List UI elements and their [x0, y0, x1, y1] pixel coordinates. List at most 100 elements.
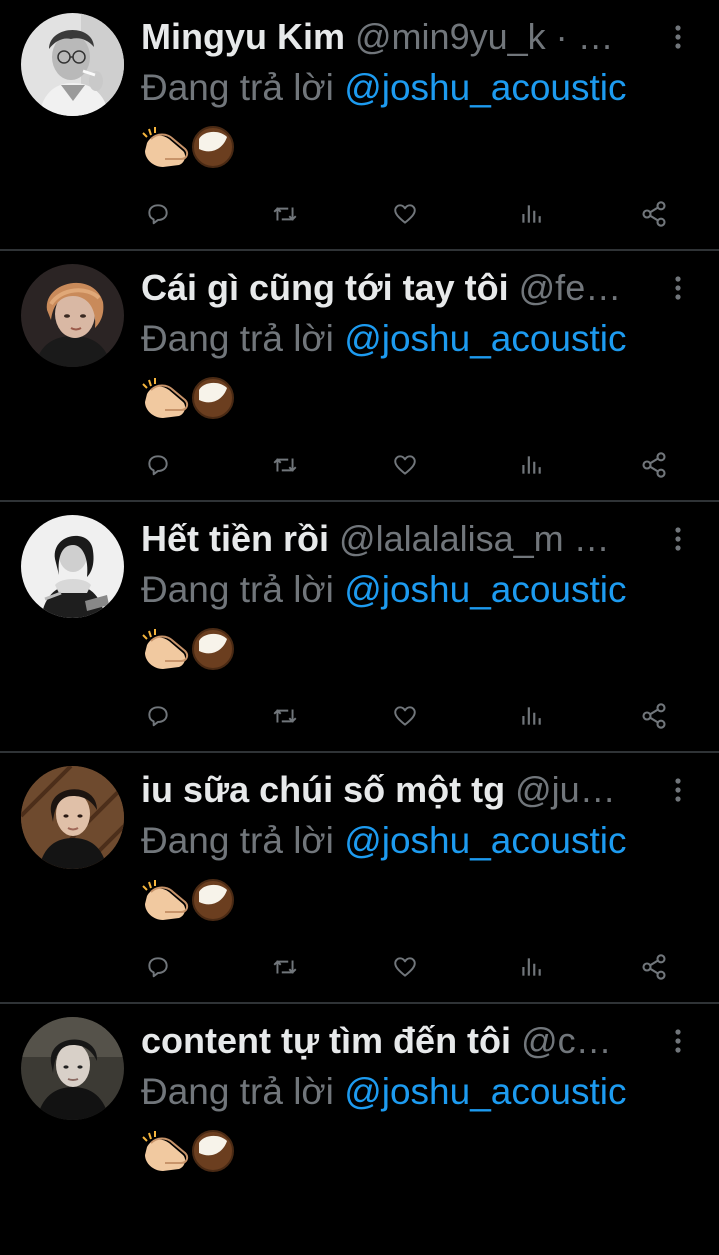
reply-button[interactable]	[138, 696, 178, 736]
views-button[interactable]	[511, 445, 551, 485]
tweet-emoji-content	[142, 1130, 234, 1172]
more-options-button[interactable]	[664, 22, 692, 52]
reply-button[interactable]	[138, 445, 178, 485]
like-icon	[394, 706, 416, 726]
tweet-emoji-content	[142, 126, 234, 168]
display-name[interactable]: Hết tiền rồi	[141, 518, 329, 559]
views-button[interactable]	[511, 947, 551, 987]
coconut-icon	[192, 1130, 234, 1172]
reply-icon	[148, 455, 168, 476]
share-icon	[642, 703, 666, 729]
clapping-hands-icon	[142, 1131, 189, 1171]
retweet-button[interactable]	[265, 445, 305, 485]
like-button[interactable]	[385, 445, 425, 485]
more-options-button[interactable]	[664, 524, 692, 554]
views-icon	[522, 205, 541, 223]
display-name[interactable]: iu sữa chúi số một tg	[141, 769, 505, 810]
tweet-emoji-content	[142, 879, 234, 921]
more-vertical-icon	[675, 527, 681, 551]
reply-target-link[interactable]: @joshu_acoustic	[344, 569, 626, 610]
tweet[interactable]: content tự tìm đến tôi @c… Đang trả lời …	[0, 1004, 719, 1255]
clapping-hands-icon	[142, 629, 189, 669]
coconut-icon	[192, 377, 234, 419]
views-button[interactable]	[511, 696, 551, 736]
reply-button[interactable]	[138, 194, 178, 234]
coconut-icon	[192, 628, 234, 670]
like-button[interactable]	[385, 947, 425, 987]
tweet-content	[141, 875, 237, 925]
tweet-actions	[0, 947, 719, 987]
coconut-icon	[192, 126, 234, 168]
avatar[interactable]	[21, 515, 124, 618]
replying-to-line: Đang trả lời @joshu_acoustic	[141, 566, 701, 614]
tweet-emoji-content	[142, 377, 234, 419]
tweet[interactable]: Cái gì cũng tới tay tôi @fe… Đang trả lờ…	[0, 251, 719, 502]
replying-to-label: Đang trả lời	[141, 1071, 345, 1112]
share-button[interactable]	[634, 947, 674, 987]
tweet[interactable]: iu sữa chúi số một tg @ju… Đang trả lời …	[0, 753, 719, 1004]
more-vertical-icon	[675, 778, 681, 802]
retweet-icon	[273, 960, 297, 974]
share-button[interactable]	[634, 696, 674, 736]
reply-target-link[interactable]: @joshu_acoustic	[344, 67, 626, 108]
retweet-button[interactable]	[265, 947, 305, 987]
more-options-button[interactable]	[664, 1026, 692, 1056]
more-options-button[interactable]	[664, 273, 692, 303]
more-vertical-icon	[675, 1029, 681, 1053]
tweet-content	[141, 1126, 237, 1176]
more-options-button[interactable]	[664, 775, 692, 805]
tweet-header[interactable]: content tự tìm đến tôi @c…	[141, 1018, 656, 1064]
reply-button[interactable]	[138, 947, 178, 987]
reply-target-link[interactable]: @joshu_acoustic	[344, 1071, 626, 1112]
avatar-photo-icon	[21, 515, 124, 618]
reply-target-link[interactable]: @joshu_acoustic	[344, 820, 626, 861]
avatar[interactable]	[21, 1017, 124, 1120]
username-handle[interactable]: @fe…	[519, 267, 622, 308]
username-handle[interactable]: @c…	[521, 1020, 612, 1061]
avatar[interactable]	[21, 13, 124, 116]
username-handle[interactable]: @min9yu_k	[355, 16, 546, 57]
username-handle[interactable]: @lalalalisa_m	[339, 518, 564, 559]
replying-to-label: Đang trả lời	[141, 318, 345, 359]
share-button[interactable]	[634, 445, 674, 485]
tweet-content	[141, 624, 237, 674]
tweet[interactable]: Mingyu Kim @min9yu_k · … Đang trả lời @j…	[0, 0, 719, 251]
tweet-content	[141, 373, 237, 423]
timestamp-separator: …	[563, 518, 610, 559]
like-button[interactable]	[385, 696, 425, 736]
tweet-actions	[0, 696, 719, 736]
display-name[interactable]: Cái gì cũng tới tay tôi	[141, 267, 509, 308]
avatar[interactable]	[21, 766, 124, 869]
like-button[interactable]	[385, 194, 425, 234]
tweet[interactable]: Hết tiền rồi @lalalalisa_m … Đang trả lờ…	[0, 502, 719, 753]
tweet-header[interactable]: Cái gì cũng tới tay tôi @fe…	[141, 265, 656, 311]
views-button[interactable]	[511, 194, 551, 234]
username-handle[interactable]: @ju…	[515, 769, 616, 810]
tweet-header[interactable]: iu sữa chúi số một tg @ju…	[141, 767, 656, 813]
avatar-photo-icon	[21, 13, 124, 116]
tweet-actions	[0, 194, 719, 234]
reply-icon	[148, 706, 168, 727]
retweet-icon	[273, 207, 297, 221]
replying-to-line: Đang trả lời @joshu_acoustic	[141, 64, 701, 112]
avatar-photo-icon	[21, 766, 124, 869]
display-name[interactable]: content tự tìm đến tôi	[141, 1020, 511, 1061]
timestamp-separator: · …	[545, 16, 614, 57]
share-icon	[642, 954, 666, 980]
display-name[interactable]: Mingyu Kim	[141, 16, 345, 57]
coconut-icon	[192, 879, 234, 921]
more-vertical-icon	[675, 276, 681, 300]
retweet-button[interactable]	[265, 696, 305, 736]
tweet-header[interactable]: Hết tiền rồi @lalalalisa_m …	[141, 516, 656, 562]
tweet-content	[141, 122, 237, 172]
replying-to-label: Đang trả lời	[141, 67, 345, 108]
reply-target-link[interactable]: @joshu_acoustic	[344, 318, 626, 359]
avatar-photo-icon	[21, 264, 124, 367]
avatar[interactable]	[21, 264, 124, 367]
retweet-icon	[273, 709, 297, 723]
more-vertical-icon	[675, 25, 681, 49]
retweet-icon	[273, 458, 297, 472]
share-button[interactable]	[634, 194, 674, 234]
tweet-header[interactable]: Mingyu Kim @min9yu_k · …	[141, 14, 656, 60]
retweet-button[interactable]	[265, 194, 305, 234]
